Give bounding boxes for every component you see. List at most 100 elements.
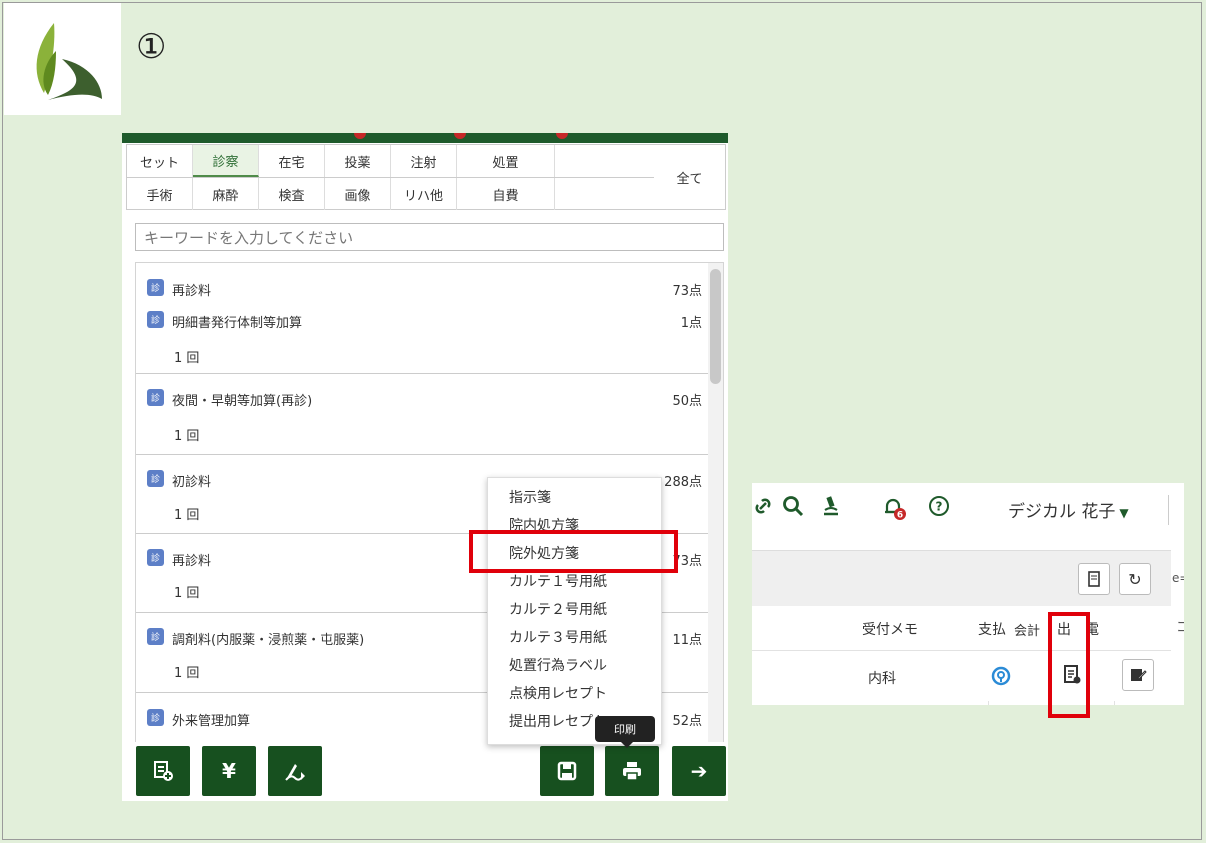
user-menu[interactable]: デジカル 花子 ▼ bbox=[1008, 497, 1129, 522]
reception-toolbar: ↻ bbox=[752, 550, 1171, 606]
item-name: 外来管理加算 bbox=[172, 714, 251, 729]
menu-item-check-receipt[interactable]: 点検用レセプト bbox=[509, 683, 607, 703]
tab-home-care[interactable]: 在宅 bbox=[259, 145, 325, 177]
col-payment: 支払 bbox=[978, 622, 1006, 638]
highlight-output-column bbox=[1048, 612, 1090, 718]
print-icon bbox=[623, 762, 641, 781]
save-icon bbox=[557, 761, 577, 781]
category-tabs: セット 診察 在宅 投薬 注射 処置 手術 麻酔 検査 画像 リハ他 自費 全て bbox=[126, 144, 726, 210]
truncated-text: コ bbox=[1176, 620, 1184, 636]
item-count: 1 回 bbox=[174, 508, 200, 523]
edit-record-button[interactable] bbox=[1122, 659, 1154, 691]
consultation-badge: 診 bbox=[147, 279, 164, 296]
divider bbox=[1168, 495, 1169, 525]
table-row[interactable]: 内科 bbox=[752, 650, 1171, 701]
truncated-text: e= bbox=[1172, 571, 1184, 585]
microscope-icon[interactable] bbox=[820, 495, 842, 523]
consultation-badge: 診 bbox=[147, 470, 164, 487]
indicator-dot bbox=[454, 133, 466, 139]
help-icon[interactable]: ? bbox=[928, 495, 950, 523]
svg-text:?: ? bbox=[936, 500, 943, 514]
item-count: 1 回 bbox=[174, 666, 200, 681]
consultation-badge: 診 bbox=[147, 389, 164, 406]
next-button[interactable]: ➔ bbox=[672, 746, 726, 796]
table-header: 受付メモ 支払 会計 出 電 bbox=[752, 605, 1171, 650]
menu-item-instructions[interactable]: 指示箋 bbox=[509, 487, 551, 507]
new-record-button[interactable] bbox=[136, 746, 190, 796]
tab-medication[interactable]: 投薬 bbox=[325, 145, 391, 177]
item-name: 初診料 bbox=[172, 475, 212, 490]
chevron-down-icon: ▼ bbox=[1119, 506, 1129, 520]
arrow-right-icon: ➔ bbox=[690, 759, 708, 783]
menu-item-chart-form-3[interactable]: カルテ３号用紙 bbox=[509, 627, 607, 647]
print-tooltip: 印刷 bbox=[595, 716, 655, 748]
tab-injection[interactable]: 注射 bbox=[391, 145, 457, 177]
document-button[interactable] bbox=[1078, 563, 1110, 595]
sign-icon bbox=[285, 764, 305, 781]
refresh-icon: ↻ bbox=[1128, 569, 1142, 589]
item-points: 1点 bbox=[680, 316, 702, 331]
new-record-icon bbox=[154, 761, 173, 781]
sign-button[interactable] bbox=[268, 746, 322, 796]
reception-memo-value: 内科 bbox=[868, 671, 896, 687]
item-points: 288点 bbox=[664, 475, 702, 490]
tab-rehab[interactable]: リハ他 bbox=[391, 178, 457, 210]
menu-item-submit-receipt[interactable]: 提出用レセプト bbox=[509, 711, 607, 731]
link-icon[interactable] bbox=[752, 495, 774, 523]
print-button[interactable] bbox=[605, 746, 659, 796]
tab-examination[interactable]: 検査 bbox=[259, 178, 325, 210]
tab-set[interactable]: セット bbox=[127, 145, 193, 177]
tab-imaging[interactable]: 画像 bbox=[325, 178, 391, 210]
highlight-outside-prescription bbox=[469, 530, 678, 573]
item-name: 再診料 bbox=[172, 554, 212, 569]
item-count: 1 回 bbox=[174, 586, 200, 601]
item-name: 夜間・早朝等加算(再診) bbox=[172, 394, 313, 409]
consultation-badge: 診 bbox=[147, 709, 164, 726]
col-accounting: 会計 bbox=[1014, 624, 1041, 639]
tab-treatment[interactable]: 処置 bbox=[457, 145, 555, 177]
bell-icon[interactable]: 6 bbox=[882, 495, 908, 527]
list-item[interactable]: 診 夜間・早朝等加算(再診) 50点 1 回 bbox=[136, 374, 708, 455]
step-number: ① bbox=[136, 27, 167, 67]
save-button[interactable] bbox=[540, 746, 594, 796]
consultation-badge: 診 bbox=[147, 311, 164, 328]
yen-icon: ¥ bbox=[222, 759, 236, 783]
item-points: 73点 bbox=[672, 284, 702, 299]
notification-count: 6 bbox=[897, 511, 903, 521]
item-points: 50点 bbox=[672, 394, 702, 409]
consultation-badge: 診 bbox=[147, 628, 164, 645]
item-count: 1 回 bbox=[174, 429, 200, 444]
scrollbar-thumb[interactable] bbox=[710, 269, 721, 384]
print-menu: 指示箋 院内処方箋 院外処方箋 カルテ１号用紙 カルテ２号用紙 カルテ３号用紙 … bbox=[487, 477, 662, 745]
indicator-dot bbox=[556, 133, 568, 139]
tab-self-pay[interactable]: 自費 bbox=[457, 178, 555, 210]
tab-surgery[interactable]: 手術 bbox=[127, 178, 193, 210]
item-name: 明細書発行体制等加算 bbox=[172, 316, 303, 331]
refresh-button[interactable]: ↻ bbox=[1119, 563, 1151, 595]
user-name: デジカル 花子 bbox=[1008, 502, 1116, 522]
list-item[interactable]: 診 再診料 73点 診 明細書発行体制等加算 1点 1 回 bbox=[136, 263, 708, 374]
col-reception-memo: 受付メモ bbox=[862, 622, 918, 638]
keyword-search-input[interactable]: キーワードを入力してください bbox=[135, 223, 724, 251]
reception-panel: 6 ? デジカル 花子▼ ↻ e= 受付メモ 支払 会計 出 電 コ 内科 bbox=[752, 483, 1184, 705]
item-points: 11点 bbox=[672, 633, 702, 648]
edit-icon bbox=[1131, 669, 1147, 681]
tab-all[interactable]: 全て bbox=[654, 145, 725, 209]
item-count: 1 回 bbox=[174, 351, 200, 366]
item-name: 調剤料(内服薬・浸煎薬・屯服薬) bbox=[172, 633, 365, 648]
logo bbox=[4, 3, 121, 115]
consultation-badge: 診 bbox=[147, 549, 164, 566]
tab-anesthesia[interactable]: 麻酔 bbox=[193, 178, 259, 210]
menu-item-chart-form-1[interactable]: カルテ１号用紙 bbox=[509, 571, 607, 591]
indicator-dot bbox=[354, 133, 366, 139]
tab-consultation[interactable]: 診察 bbox=[193, 145, 259, 177]
menu-item-chart-form-2[interactable]: カルテ２号用紙 bbox=[509, 599, 607, 619]
search-icon[interactable] bbox=[782, 495, 804, 523]
payment-status-icon[interactable] bbox=[990, 665, 1012, 691]
billing-button[interactable]: ¥ bbox=[202, 746, 256, 796]
panel-top-bar bbox=[122, 133, 728, 143]
item-points: 52点 bbox=[672, 714, 702, 729]
document-icon bbox=[1088, 571, 1100, 587]
menu-item-treatment-label[interactable]: 処置行為ラベル bbox=[509, 655, 607, 675]
item-name: 再診料 bbox=[172, 284, 212, 299]
